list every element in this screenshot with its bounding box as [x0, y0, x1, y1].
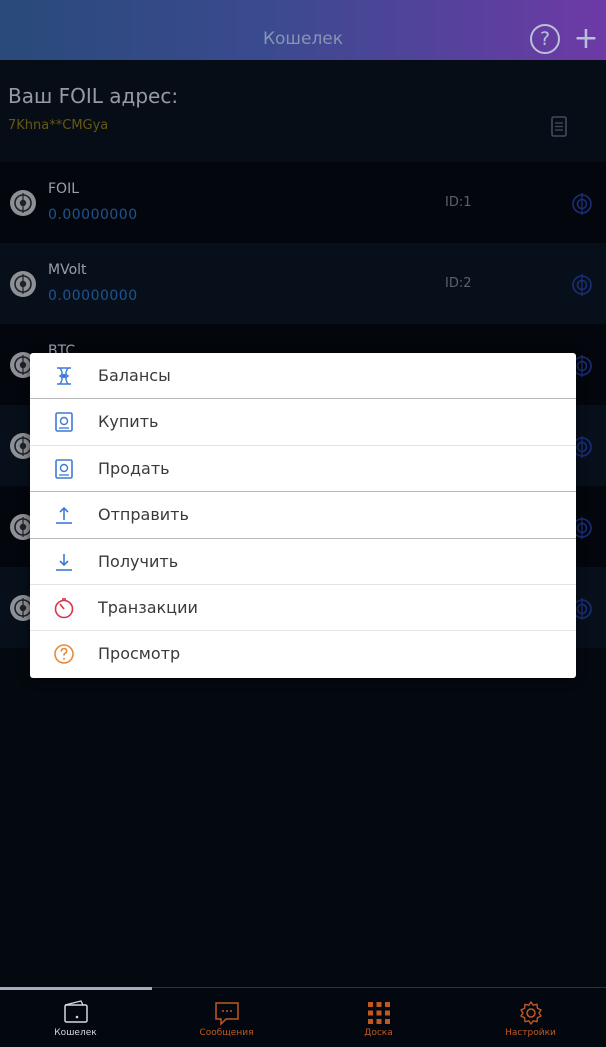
- nav-label: Сообщения: [199, 1028, 254, 1038]
- menu-label: Транзакции: [98, 597, 198, 617]
- menu-label: Получить: [98, 551, 179, 571]
- sell-icon: [55, 458, 73, 479]
- menu-item-transactions[interactable]: Транзакции: [30, 585, 576, 632]
- coin-action-menu: Балансы Купить Продать Отправить Получит…: [30, 353, 576, 678]
- menu-item-send[interactable]: Отправить: [30, 492, 576, 539]
- bottom-navigation: Кошелек Сообщения Доска Настройки: [0, 987, 606, 1047]
- menu-label: Продать: [98, 458, 170, 478]
- nav-tab-messages[interactable]: Сообщения: [151, 987, 302, 1047]
- header-bar: Кошелек ? +: [0, 0, 606, 60]
- chat-icon: [215, 1002, 239, 1026]
- nav-tab-board[interactable]: Доска: [303, 987, 454, 1047]
- question-circle-icon: [54, 644, 74, 665]
- upload-icon: [56, 507, 72, 524]
- wallet-icon: [64, 1000, 88, 1023]
- menu-label: Отправить: [98, 505, 189, 525]
- menu-item-receive[interactable]: Получить: [30, 539, 576, 585]
- grid-icon: [368, 1002, 390, 1024]
- download-icon: [56, 553, 72, 571]
- menu-label: Балансы: [98, 366, 171, 385]
- nav-label: Настройки: [505, 1028, 556, 1038]
- nav-tab-settings[interactable]: Настройки: [455, 987, 606, 1047]
- balance-icon: [57, 367, 71, 385]
- add-wallet-button[interactable]: +: [573, 23, 599, 55]
- menu-item-buy[interactable]: Купить: [30, 399, 576, 446]
- menu-item-sell[interactable]: Продать: [30, 446, 576, 493]
- help-button[interactable]: ?: [530, 24, 560, 54]
- nav-tab-wallet[interactable]: Кошелек: [0, 987, 151, 1047]
- nav-label: Доска: [364, 1028, 393, 1038]
- plus-icon: +: [573, 21, 599, 56]
- menu-label: Купить: [98, 412, 159, 432]
- nav-label: Кошелек: [54, 1028, 97, 1038]
- buy-icon: [55, 412, 73, 433]
- menu-item-balances[interactable]: Балансы: [30, 353, 576, 400]
- timer-icon: [54, 598, 74, 619]
- page-title: Кошелек: [262, 29, 344, 49]
- gear-icon: [520, 1001, 542, 1025]
- menu-label: Просмотр: [98, 644, 181, 664]
- menu-item-view[interactable]: Просмотр: [30, 631, 576, 677]
- question-circle-icon: ?: [539, 28, 551, 50]
